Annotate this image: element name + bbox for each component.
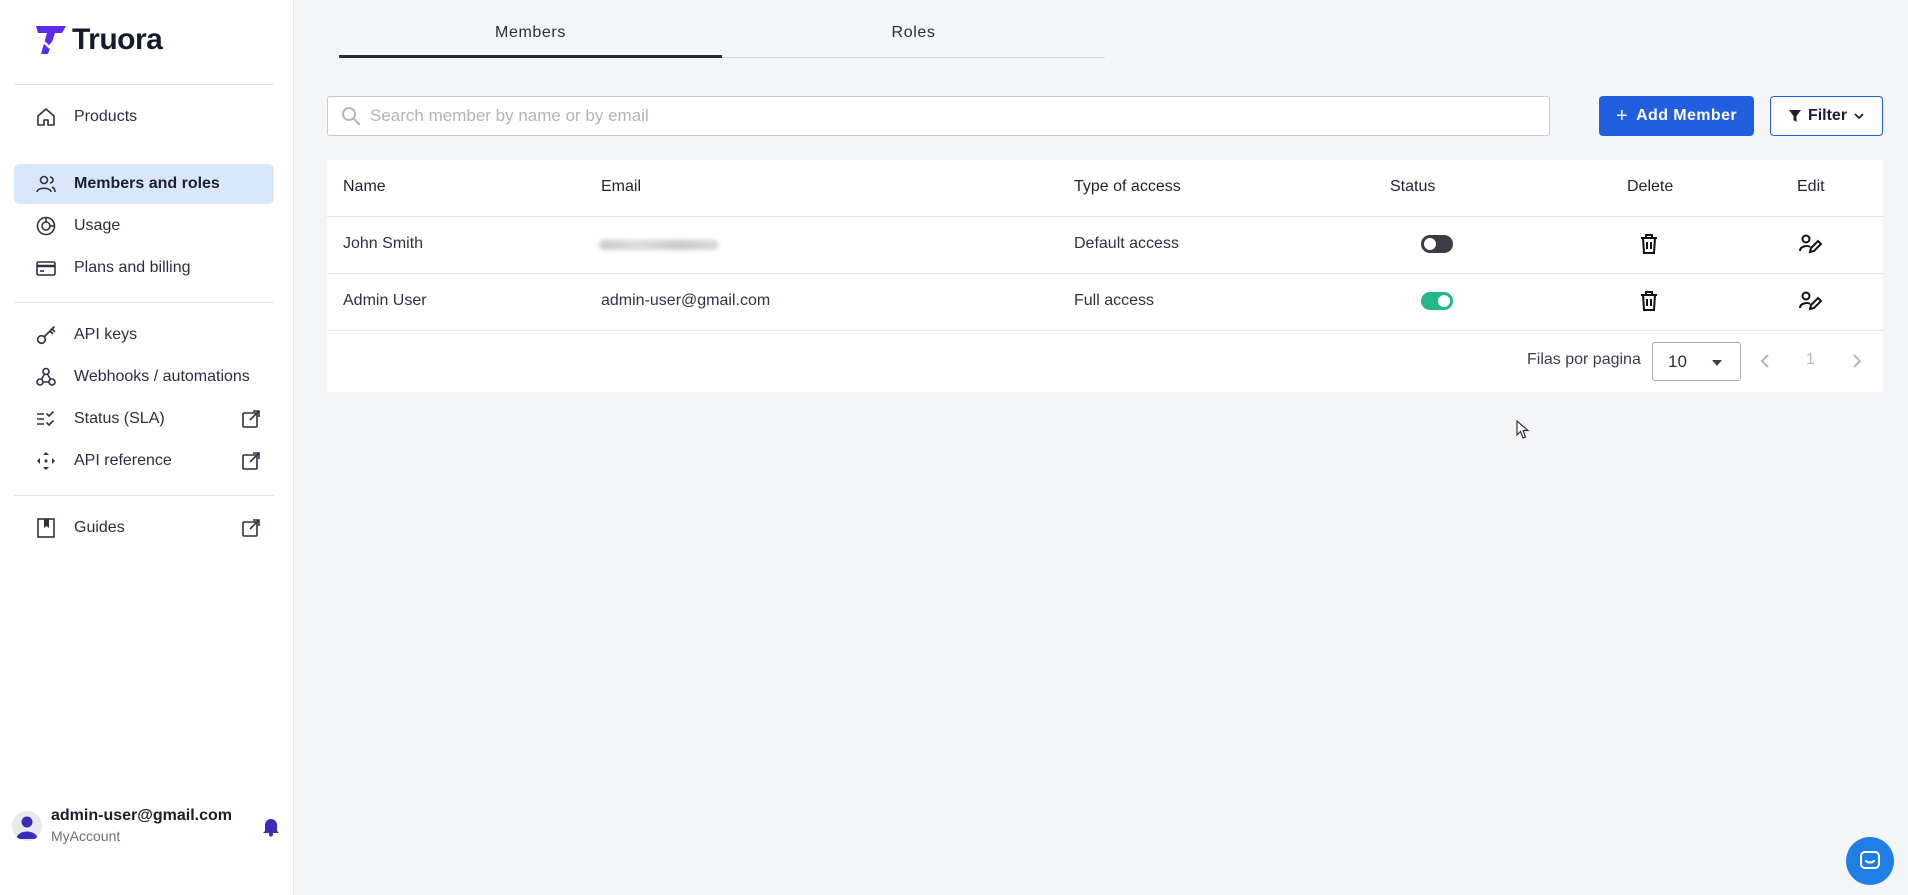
divider xyxy=(327,216,1883,217)
search-bar xyxy=(327,96,1550,136)
status-toggle[interactable] xyxy=(1421,292,1453,310)
webhook-icon xyxy=(34,365,58,389)
account-email: admin-user@gmail.com xyxy=(51,807,232,824)
sidebar-item-guides[interactable]: Guides xyxy=(14,508,274,548)
sidebar-item-label: Guides xyxy=(74,519,125,536)
home-icon xyxy=(34,105,58,129)
sidebar-item-label: Products xyxy=(74,108,138,125)
search-input[interactable] xyxy=(370,106,1549,126)
sidebar-item-label: API keys xyxy=(74,326,138,343)
sidebar-item-label: Members and roles xyxy=(74,175,220,192)
external-link-icon xyxy=(242,519,260,537)
tab-members[interactable]: Members xyxy=(339,14,722,58)
column-header-delete: Delete xyxy=(1627,178,1674,195)
sidebar-item-plans-and-billing[interactable]: Plans and billing xyxy=(14,248,274,288)
sidebar-item-label: Webhooks / automations xyxy=(74,368,250,385)
chevron-left-icon[interactable] xyxy=(1754,350,1776,372)
chart-circle-icon xyxy=(34,214,58,238)
key-icon xyxy=(34,323,58,347)
chevron-right-icon[interactable] xyxy=(1846,350,1868,372)
column-header-edit: Edit xyxy=(1797,178,1825,195)
member-name: John Smith xyxy=(343,235,424,252)
trash-icon[interactable] xyxy=(1637,289,1661,313)
mouse-cursor-icon xyxy=(1516,420,1530,439)
add-member-button[interactable]: + Add Member xyxy=(1599,96,1754,136)
truora-logo-icon xyxy=(36,26,66,54)
status-toggle[interactable] xyxy=(1421,235,1453,253)
rows-per-page-select[interactable]: 10 xyxy=(1652,342,1741,381)
sidebar-item-webhooks[interactable]: Webhooks / automations xyxy=(14,357,274,397)
bell-icon[interactable] xyxy=(260,815,282,837)
avatar-icon xyxy=(12,811,42,841)
sidebar-item-label: API reference xyxy=(74,452,172,469)
sidebar-item-members-and-roles[interactable]: Members and roles xyxy=(14,164,274,204)
member-name: Admin User xyxy=(343,292,427,309)
add-member-label: Add Member xyxy=(1636,107,1737,124)
sidebar-item-label: Plans and billing xyxy=(74,259,191,276)
members-table: Name Email Type of access Status Delete … xyxy=(327,160,1883,392)
account-subtitle: MyAccount xyxy=(51,828,121,844)
member-access: Full access xyxy=(1074,292,1155,309)
tab-roles[interactable]: Roles xyxy=(722,14,1105,58)
checklist-icon xyxy=(34,407,58,431)
edit-user-icon[interactable] xyxy=(1798,289,1822,313)
book-icon xyxy=(34,516,58,540)
column-header-status: Status xyxy=(1390,178,1436,195)
rows-per-page-value: 10 xyxy=(1668,352,1687,371)
chat-support-button[interactable] xyxy=(1846,837,1894,885)
truora-logo[interactable]: Truora xyxy=(34,22,163,58)
sidebar-item-label: Status (SLA) xyxy=(74,410,165,427)
sidebar-item-api-reference[interactable]: API reference xyxy=(14,441,274,481)
edit-user-icon[interactable] xyxy=(1798,232,1822,256)
brand-name: Truora xyxy=(72,23,163,56)
filter-button[interactable]: Filter xyxy=(1770,96,1883,136)
filter-icon xyxy=(1788,110,1801,122)
sidebar-item-status-sla[interactable]: Status (SLA) xyxy=(14,399,274,439)
member-access: Default access xyxy=(1074,235,1179,252)
column-header-email: Email xyxy=(601,178,642,195)
account-menu[interactable]: admin-user@gmail.com MyAccount xyxy=(12,803,282,851)
chevron-down-icon xyxy=(1854,113,1864,120)
rows-per-page-label: Filas por pagina xyxy=(1527,351,1641,368)
divider xyxy=(327,273,1883,274)
users-icon xyxy=(34,172,58,196)
plus-icon: + xyxy=(1616,105,1629,127)
tab-bar: Members Roles xyxy=(339,14,1105,58)
column-header-type-of-access: Type of access xyxy=(1074,178,1181,195)
divider xyxy=(14,495,274,496)
caret-down-icon xyxy=(1712,360,1722,366)
credit-card-icon xyxy=(34,256,58,280)
member-email: admin-user@gmail.com xyxy=(601,292,771,309)
external-link-icon xyxy=(242,410,260,428)
column-header-name: Name xyxy=(343,178,386,195)
trash-icon[interactable] xyxy=(1637,232,1661,256)
divider xyxy=(327,330,1883,331)
sidebar-item-api-keys[interactable]: API keys xyxy=(14,315,274,355)
filter-label: Filter xyxy=(1807,107,1848,124)
redacted-email xyxy=(599,240,719,250)
external-link-icon xyxy=(242,452,260,470)
sidebar-item-label: Usage xyxy=(74,217,121,234)
divider xyxy=(14,84,274,85)
current-page: 1 xyxy=(1806,351,1815,368)
sidebar-item-products[interactable]: Products xyxy=(14,97,274,137)
divider xyxy=(14,302,274,303)
sidebar: Truora Products Members and roles Usage … xyxy=(0,0,294,895)
move-icon xyxy=(34,449,58,473)
search-icon xyxy=(342,107,361,126)
chat-icon xyxy=(1860,851,1880,869)
sidebar-item-usage[interactable]: Usage xyxy=(14,206,274,246)
